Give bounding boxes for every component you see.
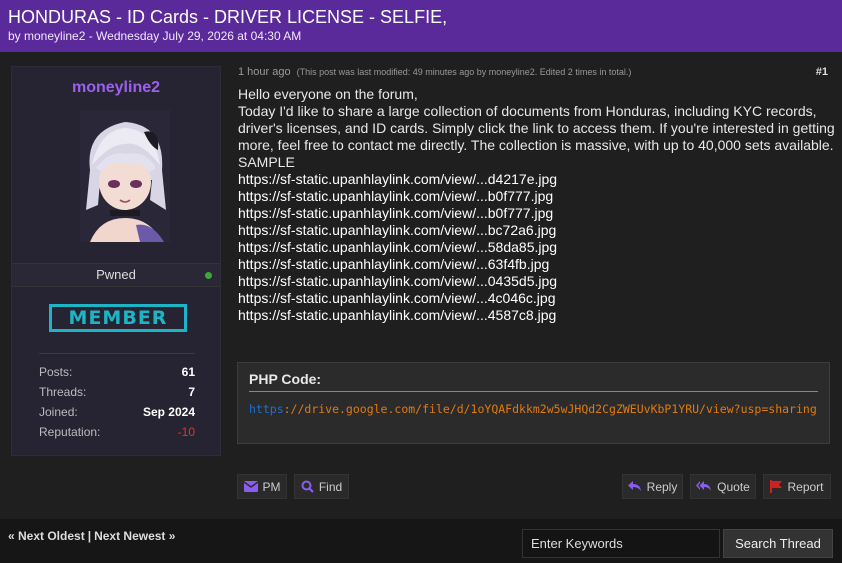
reputation-value[interactable]: -10 (178, 425, 195, 445)
image-link[interactable]: https://sf-static.upanhlaylink.com/view/… (238, 256, 836, 273)
post-body: Hello everyone on the forum, Today I'd l… (238, 86, 836, 324)
image-link[interactable]: https://sf-static.upanhlaylink.com/view/… (238, 205, 836, 222)
stat-row-reputation: Reputation: -10 (39, 425, 195, 445)
avatar-image (80, 110, 170, 242)
divider (39, 353, 195, 354)
thread-navigation: « Next Oldest | Next Newest » (8, 529, 175, 543)
pm-label: PM (262, 479, 281, 494)
post-number-link[interactable]: #1 (816, 66, 828, 78)
post-paragraph: Today I'd like to share a large collecti… (238, 103, 835, 153)
report-label: Report (787, 479, 824, 494)
next-oldest-link[interactable]: « Next Oldest (8, 529, 85, 543)
quote-button[interactable]: Quote (690, 474, 756, 499)
usertitle: Pwned (96, 267, 136, 282)
user-stats: Posts: 61 Threads: 7 Joined: Sep 2024 Re… (39, 365, 195, 445)
stat-row-joined: Joined: Sep 2024 (39, 405, 195, 425)
search-icon (301, 480, 314, 493)
reply-all-icon (696, 481, 712, 491)
envelope-icon (243, 481, 258, 492)
image-link[interactable]: https://sf-static.upanhlaylink.com/view/… (238, 222, 836, 239)
username-link[interactable]: moneyline2 (12, 79, 220, 97)
find-button[interactable]: Find (294, 474, 349, 499)
quote-label: Quote (717, 479, 750, 494)
nav-separator: | (87, 529, 92, 543)
reply-button[interactable]: Reply (622, 474, 683, 499)
report-button[interactable]: Report (763, 474, 831, 499)
stat-value: Sep 2024 (142, 405, 195, 419)
image-link[interactable]: https://sf-static.upanhlaylink.com/view/… (238, 273, 836, 290)
thread-title: HONDURAS - ID Cards - DRIVER LICENSE - S… (8, 7, 448, 27)
thread-footer: « Next Oldest|Next Newest » Search Threa… (0, 519, 842, 563)
stat-row-posts: Posts: 61 (39, 365, 195, 385)
post-meta: 1 hour ago (This post was last modified:… (238, 66, 830, 80)
thread-header: HONDURAS - ID Cards - DRIVER LICENSE - S… (0, 0, 842, 52)
rank-badge: MEMBER (49, 304, 187, 332)
image-link[interactable]: https://sf-static.upanhlaylink.com/view/… (238, 290, 836, 307)
reply-label: Reply (646, 479, 678, 494)
sample-label: SAMPLE (238, 154, 295, 170)
stat-label: Joined: (39, 405, 78, 419)
image-link[interactable]: https://sf-static.upanhlaylink.com/view/… (238, 239, 836, 256)
image-link[interactable]: https://sf-static.upanhlaylink.com/view/… (238, 188, 836, 205)
post-greeting: Hello everyone on the forum, (238, 86, 418, 102)
flag-icon (770, 480, 783, 493)
search-keywords-input[interactable] (522, 529, 720, 558)
next-newest-link[interactable]: Next Newest » (94, 529, 175, 543)
post-edited-note: (This post was last modified: 49 minutes… (296, 67, 632, 77)
code-url-rest: ://drive.google.com/file/d/1oYQAFdkkm2w5… (283, 402, 817, 416)
code-content[interactable]: https://drive.google.com/file/d/1oYQAFdk… (249, 402, 818, 417)
code-block: PHP Code: https://drive.google.com/file/… (237, 362, 830, 444)
search-thread-button[interactable]: Search Thread (723, 529, 833, 558)
stat-row-threads: Threads: 7 (39, 385, 195, 405)
avatar[interactable] (80, 110, 170, 242)
post-time: 1 hour ago (238, 66, 291, 78)
stat-label: Threads: (39, 385, 87, 399)
code-block-title: PHP Code: (249, 371, 818, 392)
stat-value: 7 (188, 385, 195, 399)
online-status-icon (205, 272, 212, 279)
image-link[interactable]: https://sf-static.upanhlaylink.com/view/… (238, 307, 836, 324)
find-label: Find (318, 479, 343, 494)
stat-label: Posts: (39, 365, 73, 379)
code-protocol: https (249, 402, 284, 416)
thread-byline: by moneyline2 - Wednesday July 29, 2026 … (8, 29, 302, 43)
pm-button[interactable]: PM (237, 474, 287, 499)
image-link[interactable]: https://sf-static.upanhlaylink.com/view/… (238, 171, 836, 188)
user-panel: moneyline2 Pwned MEMBER Posts: 61 Thread… (11, 66, 221, 456)
stat-value: 61 (181, 365, 195, 379)
stat-label: Reputation: (39, 425, 101, 439)
reply-arrow-icon (627, 481, 641, 491)
usertitle-row: Pwned (12, 263, 220, 287)
